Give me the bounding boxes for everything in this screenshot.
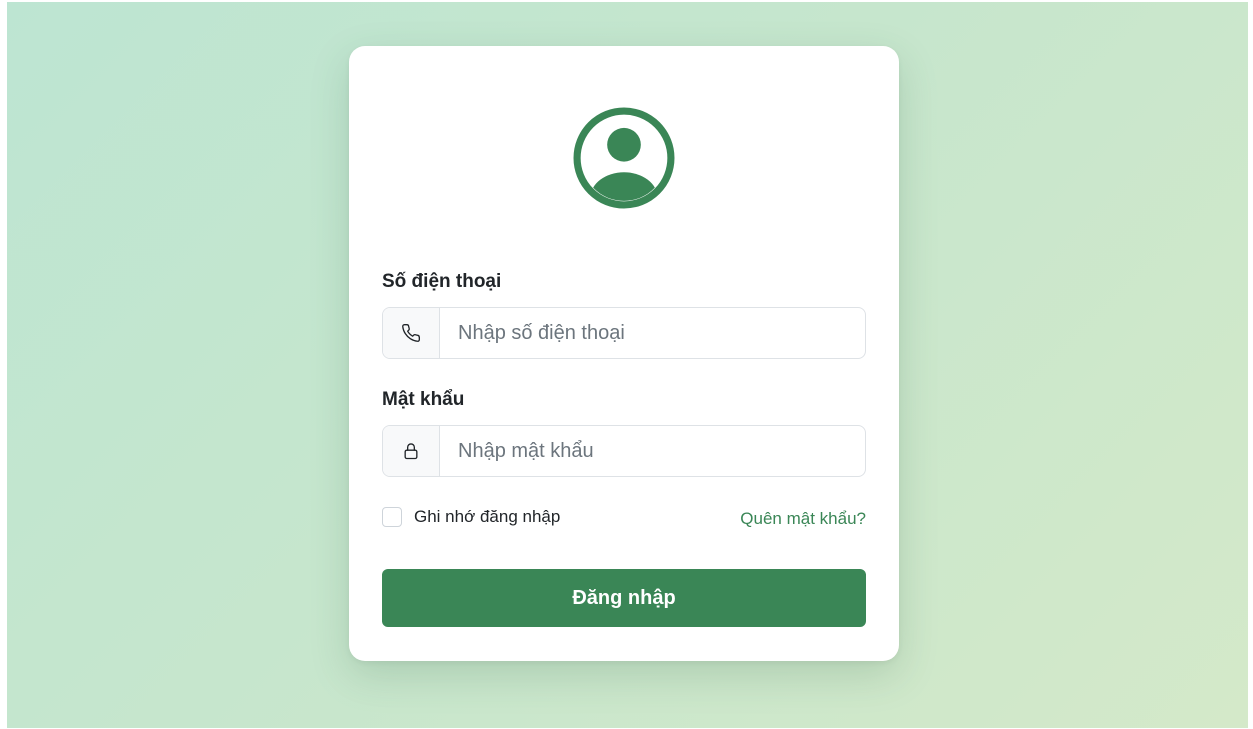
phone-icon: [383, 308, 440, 358]
phone-label: Số điện thoại: [382, 271, 502, 292]
user-circle-icon: [573, 107, 675, 209]
password-input-group: [382, 425, 866, 477]
login-card: Số điện thoại Mật khẩu Ghi nhớ đăng nhập…: [349, 46, 899, 661]
phone-input-group: [382, 307, 866, 359]
phone-input[interactable]: [440, 308, 865, 358]
password-input[interactable]: [440, 426, 865, 476]
remember-checkbox[interactable]: [382, 507, 402, 527]
login-button[interactable]: Đăng nhập: [382, 569, 866, 627]
forgot-password-link[interactable]: Quên mật khẩu?: [740, 509, 866, 529]
password-label: Mật khẩu: [382, 389, 465, 410]
lock-icon: [383, 426, 440, 476]
remember-me[interactable]: Ghi nhớ đăng nhập: [382, 507, 560, 527]
remember-label: Ghi nhớ đăng nhập: [414, 507, 561, 526]
